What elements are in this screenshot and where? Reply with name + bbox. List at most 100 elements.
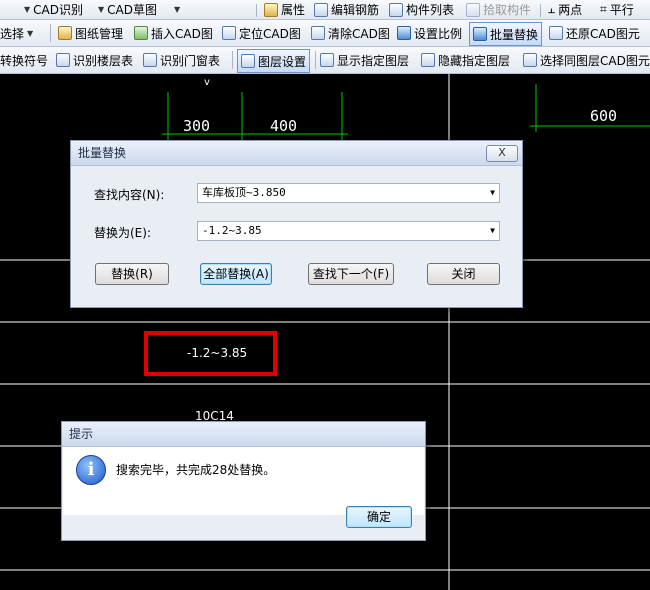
- close-button[interactable]: 关闭: [427, 263, 500, 285]
- properties-button[interactable]: 属性: [264, 0, 305, 19]
- clear-cad-label: 清除CAD图: [328, 26, 390, 41]
- set-scale-icon: [397, 26, 411, 40]
- batch-replace-dialog: 批量替换 X 查找内容(N): 车库板顶~3.850 ▼ 替换为(E): -1.…: [70, 140, 523, 308]
- recognize-door-window-button[interactable]: 识别门窗表: [143, 47, 220, 73]
- drawing-manage-icon: [58, 26, 72, 40]
- set-scale-button[interactable]: 设置比例: [397, 20, 462, 46]
- insert-cad-label: 插入CAD图: [151, 26, 213, 41]
- parallel-label: 平行: [609, 3, 634, 17]
- edit-rebar-icon: [314, 2, 328, 17]
- drawing-manage-button[interactable]: 图纸管理: [58, 20, 123, 46]
- cursor-marker-icon: v: [204, 77, 210, 88]
- find-next-button[interactable]: 查找下一个(F): [308, 263, 394, 285]
- select-same-layer-button[interactable]: 选择同图层CAD图元: [523, 47, 650, 73]
- toolbar-row-2: 选择 ▼ 图纸管理 插入CAD图 定位CAD图 清除CAD图 设置比例 批量替换 …: [0, 20, 650, 47]
- component-list-label: 构件列表: [406, 3, 455, 17]
- select-label: 选择: [0, 26, 25, 41]
- insert-cad-icon: [134, 26, 148, 40]
- same-layer-icon: [523, 53, 537, 67]
- parallel-button[interactable]: ⌗ 平行: [600, 0, 634, 19]
- find-content-combo[interactable]: 车库板顶~3.850 ▼: [197, 183, 500, 203]
- dropdown-arrow-icon: ▼: [27, 28, 34, 38]
- dropdown-arrow-icon: ▼: [24, 5, 31, 14]
- pick-icon: [466, 2, 480, 17]
- cad-recognize-dropdown[interactable]: ▼ CAD识别: [24, 0, 83, 19]
- convert-symbol-button[interactable]: 转换符号: [0, 47, 48, 73]
- list-icon: [389, 2, 403, 17]
- replace-with-combo[interactable]: -1.2~3.85 ▼: [197, 221, 500, 241]
- recognize-floor-table-button[interactable]: 识别楼层表: [56, 47, 133, 73]
- batch-replace-label: 批量替换: [490, 27, 539, 42]
- parallel-icon: ⌗: [600, 2, 607, 16]
- two-point-label: 两点: [558, 3, 583, 17]
- locate-cad-label: 定位CAD图: [239, 26, 301, 41]
- pick-component-button[interactable]: 拾取构件: [466, 0, 531, 19]
- message-box: 提示 i 搜索完毕，共完成28处替换。 确定: [61, 421, 426, 541]
- layer-settings-label: 图层设置: [258, 54, 307, 69]
- clear-cad-icon: [311, 26, 325, 40]
- edit-rebar-button[interactable]: 编辑钢筋: [314, 0, 379, 19]
- dropdown-arrow-icon: ▼: [174, 5, 181, 14]
- show-layer-button[interactable]: 显示指定图层: [320, 47, 409, 73]
- cad-recognize-label: CAD识别: [33, 3, 83, 17]
- layer-settings-button[interactable]: 图层设置: [237, 49, 311, 73]
- toolbar-row-1: ▼ CAD识别 ▼ CAD草图 ▼ 属性 编辑钢筋 构件列表 拾取构件 ⫠ 两点 ⌗ 平行: [0, 0, 650, 20]
- restore-cad-label: 还原CAD图元: [566, 26, 640, 41]
- message-box-body: i 搜索完毕，共完成28处替换。: [63, 447, 424, 515]
- toolbar-separator: [232, 51, 233, 70]
- message-box-title: 提示: [62, 422, 425, 447]
- pick-component-label: 拾取构件: [483, 3, 532, 17]
- insert-cad-button[interactable]: 插入CAD图: [134, 20, 213, 46]
- replace-button[interactable]: 替换(R): [95, 263, 169, 285]
- dialog-close-button[interactable]: X: [486, 145, 518, 162]
- restore-cad-button[interactable]: 还原CAD图元: [549, 20, 640, 46]
- convert-symbol-label: 转换符号: [0, 53, 49, 68]
- ok-button[interactable]: 确定: [346, 506, 412, 528]
- cad-sketch-label: CAD草图: [107, 3, 157, 17]
- restore-cad-icon: [549, 26, 563, 40]
- hide-layer-button[interactable]: 隐藏指定图层: [421, 47, 510, 73]
- info-icon: i: [76, 455, 106, 485]
- dimension-300: 300: [183, 117, 210, 135]
- cad-hide-icon: [421, 53, 435, 67]
- layer-settings-icon: [241, 54, 255, 68]
- replace-with-value: -1.2~3.85: [202, 224, 262, 237]
- highlight-box: [144, 331, 277, 376]
- properties-icon: [264, 2, 278, 17]
- two-point-button[interactable]: ⫠ 两点: [548, 0, 582, 19]
- dimension-400: 400: [270, 117, 297, 135]
- batch-replace-icon: [473, 27, 487, 41]
- hide-layer-label: 隐藏指定图层: [438, 53, 511, 68]
- show-layer-label: 显示指定图层: [337, 53, 410, 68]
- properties-label: 属性: [281, 3, 306, 17]
- message-text: 搜索完毕，共完成28处替换。: [116, 463, 276, 477]
- dimension-600: 600: [590, 107, 617, 125]
- door-window-icon: [143, 53, 157, 67]
- replace-all-button[interactable]: 全部替换(A): [200, 263, 272, 285]
- recognize-floor-table-label: 识别楼层表: [73, 53, 134, 68]
- toolbar-separator: [256, 4, 257, 18]
- floor-table-icon: [56, 53, 70, 67]
- cad-show-icon: [320, 53, 334, 67]
- edit-rebar-label: 编辑钢筋: [331, 3, 380, 17]
- cad-sketch-dropdown[interactable]: ▼ CAD草图 ▼: [98, 0, 180, 19]
- toolbar-row-3: 转换符号 识别楼层表 识别门窗表 图层设置 显示指定图层 隐藏指定图层 选择同图…: [0, 47, 650, 74]
- clear-cad-button[interactable]: 清除CAD图: [311, 20, 390, 46]
- component-list-button[interactable]: 构件列表: [389, 0, 454, 19]
- replace-with-label: 替换为(E):: [94, 226, 151, 240]
- set-scale-label: 设置比例: [414, 26, 463, 41]
- select-dropdown[interactable]: 选择 ▼: [0, 20, 33, 46]
- toolbar-separator: [540, 4, 541, 18]
- locate-cad-button[interactable]: 定位CAD图: [222, 20, 301, 46]
- drawing-manage-label: 图纸管理: [75, 26, 124, 41]
- two-point-icon: ⫠: [548, 2, 556, 16]
- select-same-layer-label: 选择同图层CAD图元: [540, 53, 650, 68]
- toolbar-separator: [50, 24, 51, 43]
- batch-replace-button[interactable]: 批量替换: [469, 22, 543, 46]
- dropdown-arrow-icon: ▼: [490, 188, 495, 197]
- dialog-title: 批量替换: [71, 141, 522, 166]
- recognize-door-window-label: 识别门窗表: [160, 53, 221, 68]
- find-content-value: 车库板顶~3.850: [202, 186, 286, 199]
- close-icon: X: [498, 146, 506, 159]
- toolbar-separator: [315, 51, 316, 70]
